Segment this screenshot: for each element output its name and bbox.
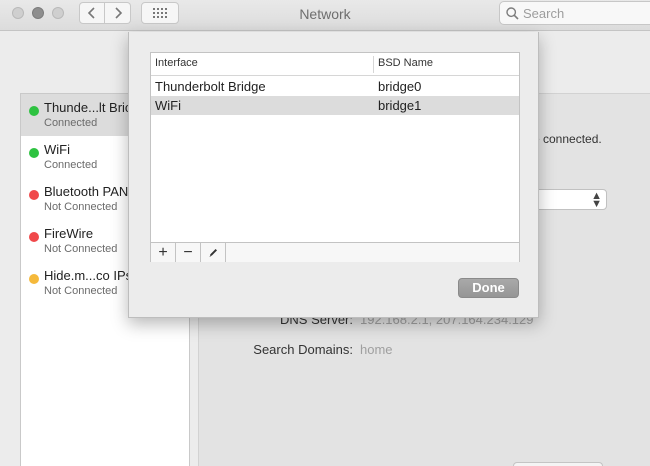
service-status: Not Connected: [44, 243, 118, 255]
status-dot-icon: [29, 148, 39, 158]
service-status: Not Connected: [44, 201, 118, 213]
search-domains-value: home: [360, 342, 393, 357]
table-footer: + −: [151, 242, 519, 262]
add-button[interactable]: +: [151, 243, 176, 262]
service-name: FireWire: [44, 226, 94, 241]
column-header-bsd-name[interactable]: BSD Name: [378, 57, 433, 69]
title-bar: Network: [0, 0, 650, 31]
interfaces-table[interactable]: Interface BSD Name Thunderbolt Bridge br…: [150, 52, 520, 262]
edit-button[interactable]: [201, 243, 226, 262]
status-dot-icon: [29, 106, 39, 116]
column-header-interface[interactable]: Interface: [155, 57, 198, 69]
table-header: Interface BSD Name: [151, 53, 519, 76]
search-domains-label: Search Domains:: [253, 342, 353, 357]
pencil-icon: [209, 249, 217, 257]
search-field[interactable]: [499, 1, 650, 25]
bsd-name-cell: bridge1: [378, 98, 422, 113]
search-icon: [506, 7, 519, 20]
popup-arrows-icon: ▲ ▼: [591, 190, 602, 210]
service-name: WiFi: [44, 142, 70, 157]
configure-popup[interactable]: ▲ ▼: [530, 189, 607, 210]
search-input[interactable]: [523, 5, 650, 22]
connection-status-text: e connected.: [533, 132, 602, 146]
remove-button[interactable]: −: [176, 243, 201, 262]
status-dot-icon: [29, 232, 39, 242]
service-name: Hide.m...co IPs: [44, 268, 133, 283]
service-status: Connected: [44, 117, 98, 129]
bridge-interfaces-sheet: Interface BSD Name Thunderbolt Bridge br…: [128, 32, 539, 318]
done-button[interactable]: Done: [458, 278, 519, 298]
advanced-button[interactable]: [513, 462, 603, 466]
interface-cell: WiFi: [155, 98, 181, 113]
table-row[interactable]: Thunderbolt Bridge bridge0: [151, 77, 519, 96]
service-status: Connected: [44, 159, 98, 171]
table-row[interactable]: WiFi bridge1: [151, 96, 519, 115]
bsd-name-cell: bridge0: [378, 79, 422, 94]
status-dot-icon: [29, 190, 39, 200]
service-name: Bluetooth PAN: [44, 184, 129, 199]
status-dot-icon: [29, 274, 39, 284]
service-status: Not Connected: [44, 285, 118, 297]
service-name: Thunde...lt Bric: [44, 100, 132, 115]
column-divider: [373, 56, 374, 73]
interface-cell: Thunderbolt Bridge: [155, 79, 266, 94]
